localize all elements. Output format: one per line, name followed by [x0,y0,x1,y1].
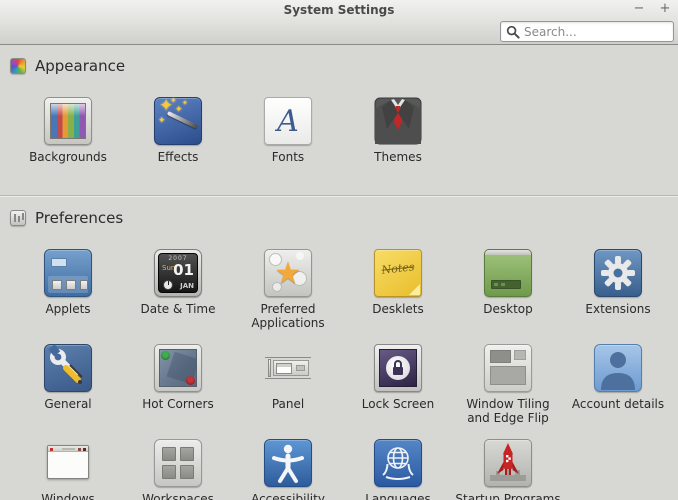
settings-item-backgrounds[interactable]: Backgrounds [13,97,123,175]
settings-item-hot-corners[interactable]: Hot Corners [123,344,233,439]
section-title: Preferences [35,209,124,227]
appearance-section-header: Appearance [10,57,678,75]
appearance-grid: Backgrounds ✦ ✦ ✦ ✦ ✦ Effects A Fonts Themes [13,97,673,175]
settings-item-label: Applets [45,302,91,316]
window-header: System Settings − + [0,0,678,45]
startup-programs-icon [484,439,532,487]
preferences-section-header: Preferences [10,209,678,227]
settings-item-label: Languages [365,492,431,500]
section-title: Appearance [35,57,126,75]
themes-icon [374,97,422,145]
settings-item-date-time[interactable]: 2007 Sun 01 JAN Date & Time [123,249,233,344]
settings-item-label: Effects [157,150,199,164]
account-details-icon [594,344,642,392]
desktop-icon [484,249,532,297]
settings-item-startup-programs[interactable]: Startup Programs [453,439,563,500]
settings-item-label: Extensions [585,302,651,316]
search-box[interactable] [500,21,674,42]
settings-item-preferred-applications[interactable]: ★ Preferred Applications [233,249,343,344]
fonts-icon: A [264,97,312,145]
settings-item-label: Desklets [372,302,424,316]
applets-icon [44,249,92,297]
settings-item-label: General [44,397,92,411]
settings-item-label: Lock Screen [361,397,435,411]
window-tiling-icon [484,344,532,392]
settings-item-label: Hot Corners [142,397,214,411]
settings-item-label: Window Tiling and Edge Flip [466,397,550,425]
desklets-icon: Notes [374,249,422,297]
settings-item-desktop[interactable]: Desktop [453,249,563,344]
preferences-section-icon [10,210,26,226]
settings-item-label: Themes [374,150,422,164]
settings-item-themes[interactable]: Themes [343,97,453,175]
settings-item-label: Date & Time [140,302,216,316]
preferred-applications-icon: ★ [264,249,312,297]
workspaces-icon [154,439,202,487]
settings-item-accessibility[interactable]: Accessibility [233,439,343,500]
search-icon [506,25,520,39]
section-preferences: Preferences Applets 2007 Sun 01 JAN Date… [0,209,678,500]
section-divider [0,195,678,197]
settings-item-applets[interactable]: Applets [13,249,123,344]
window-title: System Settings [283,2,395,17]
settings-item-general[interactable]: General [13,344,123,439]
settings-item-extensions[interactable]: Extensions [563,249,673,344]
settings-item-label: Account details [571,397,665,411]
settings-item-windows[interactable]: Windows [13,439,123,500]
settings-item-label: Backgrounds [29,150,107,164]
extensions-icon [594,249,642,297]
settings-item-window-tiling[interactable]: Window Tiling and Edge Flip [453,344,563,439]
settings-item-lock-screen[interactable]: Lock Screen [343,344,453,439]
toolbar [0,19,678,45]
date-time-icon: 2007 Sun 01 JAN [154,249,202,297]
settings-item-label: Panel [271,397,305,411]
titlebar[interactable]: System Settings − + [0,0,678,19]
backgrounds-icon [44,97,92,145]
languages-icon [374,439,422,487]
settings-item-fonts[interactable]: A Fonts [233,97,343,175]
maximize-button[interactable]: + [658,1,672,16]
settings-item-account-details[interactable]: Account details [563,344,673,439]
settings-item-label: Startup Programs [455,492,561,500]
settings-item-panel[interactable]: Panel [233,344,343,439]
settings-item-label: Workspaces [142,492,214,500]
general-icon [44,344,92,392]
settings-item-label: Accessibility [251,492,325,500]
preferences-grid: Applets 2007 Sun 01 JAN Date & Time ★ Pre… [13,249,673,500]
settings-item-label: Windows [41,492,95,500]
settings-item-label: Preferred Applications [251,302,325,330]
effects-icon: ✦ ✦ ✦ ✦ ✦ [154,97,202,145]
accessibility-icon [264,439,312,487]
lock-screen-icon [374,344,422,392]
section-appearance: Appearance Backgrounds ✦ ✦ ✦ ✦ ✦ Effects A Fo… [0,57,678,175]
settings-item-workspaces[interactable]: Workspaces [123,439,233,500]
search-input[interactable] [524,24,668,39]
windows-icon [44,439,92,487]
hot-corners-icon [154,344,202,392]
settings-item-languages[interactable]: Languages [343,439,453,500]
appearance-section-icon [10,58,26,74]
minimize-button[interactable]: − [632,1,646,16]
settings-item-effects[interactable]: ✦ ✦ ✦ ✦ ✦ Effects [123,97,233,175]
settings-item-label: Fonts [271,150,305,164]
settings-item-label: Desktop [483,302,533,316]
settings-item-desklets[interactable]: Notes Desklets [343,249,453,344]
panel-icon [264,344,312,392]
